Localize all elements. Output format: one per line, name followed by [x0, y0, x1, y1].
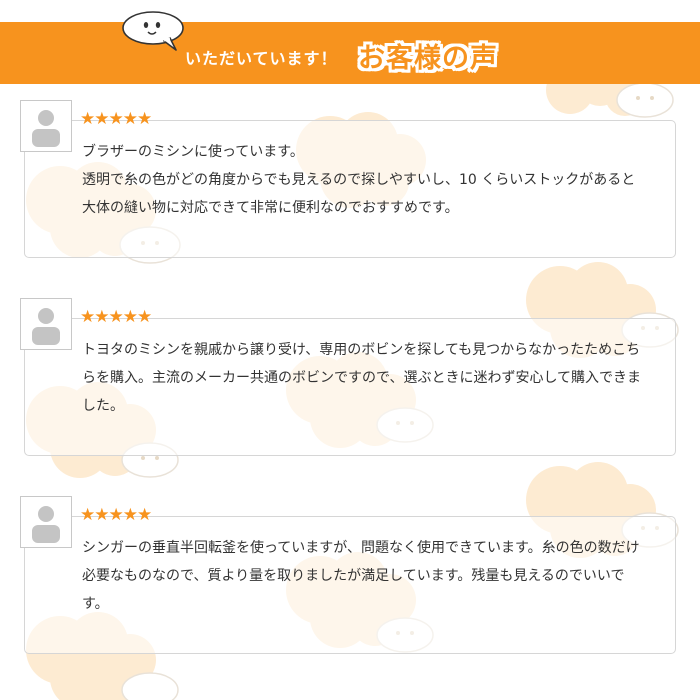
page-title: お客様の声 [358, 43, 498, 74]
header-lead-text: いただいています！ [185, 49, 338, 68]
avatar [20, 100, 72, 152]
user-silhouette-icon [32, 308, 60, 345]
user-silhouette-icon [32, 506, 60, 543]
review-text: ブラザーのミシンに使っています。 透明で糸の色がどの角度からでも見えるので探しや… [82, 144, 636, 216]
star-rating: ★★★★★ [80, 307, 152, 327]
star-rating: ★★★★★ [80, 109, 152, 129]
review-text: トヨタのミシンを親戚から譲り受け、専用のボビンを探しても見つからなかったためこち… [82, 342, 642, 414]
header-banner [0, 22, 700, 84]
avatar [20, 298, 72, 350]
user-silhouette-icon [32, 110, 60, 147]
speech-bubble-face-icon [122, 11, 184, 51]
review-text: シンガーの垂直半回転釜を使っていますが、問題なく使用できています。糸の色の数だけ… [82, 540, 640, 612]
star-rating: ★★★★★ [80, 505, 152, 525]
avatar [20, 496, 72, 548]
